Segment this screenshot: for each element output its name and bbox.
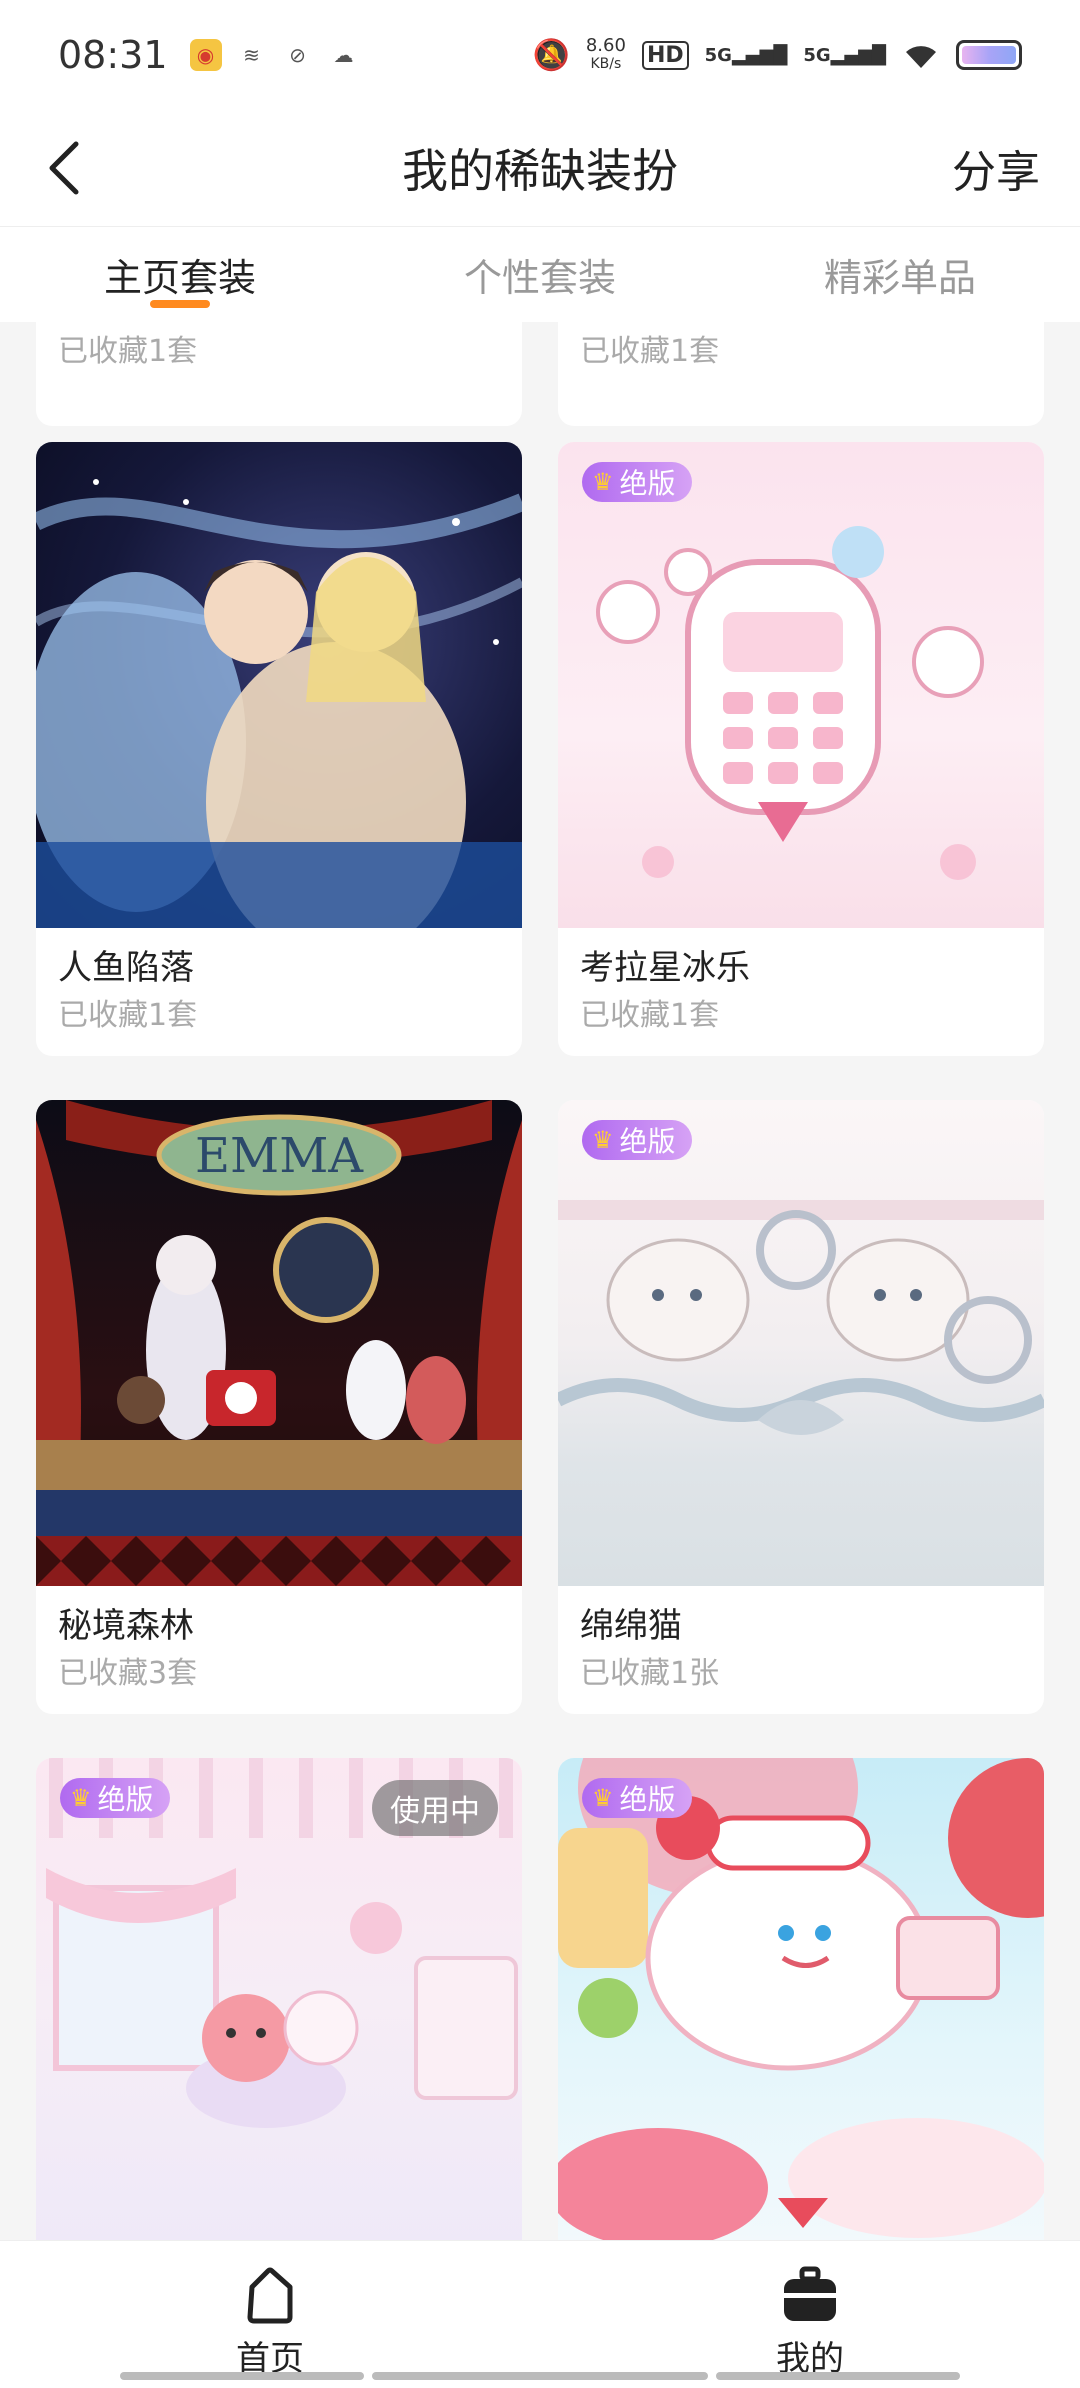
crown-icon: ♛ <box>70 1784 92 1812</box>
signal-icon-1: 5G▂▄▆█ <box>704 44 788 66</box>
tab-home-suits[interactable]: 主页套装 <box>0 227 360 322</box>
wifi-icon <box>906 46 936 68</box>
home-indicator-right[interactable] <box>716 2372 960 2380</box>
suit-card[interactable]: 已收藏1套 <box>36 322 522 426</box>
card-count: 已收藏1套 <box>580 334 720 369</box>
card-count: 已收藏1套 <box>58 334 198 369</box>
signal-icon-2: 5G▂▄▆█ <box>803 44 886 66</box>
tab-featured-items[interactable]: 精彩单品 <box>720 227 1080 322</box>
home-indicator-center[interactable] <box>372 2372 708 2380</box>
back-button[interactable] <box>32 136 96 200</box>
leaf-app-icon: ⊘ <box>289 43 306 67</box>
home-indicator[interactable] <box>120 2372 364 2380</box>
nav-mine[interactable]: 我的 <box>540 2241 1080 2388</box>
badge-label: 绝版 <box>97 1783 154 1816</box>
card-image: ♛ 绝版 使用中 <box>36 1758 522 2240</box>
header: 我的稀缺装扮 分享 <box>0 110 1080 226</box>
sim2-label: 5G <box>803 44 831 66</box>
status-time: 08:31 <box>58 33 168 77</box>
card-image: ♛ 绝版 <box>558 442 1044 928</box>
tab-personal-suits[interactable]: 个性套装 <box>360 227 720 322</box>
chevron-left-icon <box>49 141 79 195</box>
suit-card[interactable]: ♛ 绝版 绵绵猫 已收藏1张 <box>558 1100 1044 1714</box>
status-bar: 08:31 ◉ ≋ ⊘ ☁ 🔕 8.60 KB/s HD 5G▂▄▆█ 5G▂▄… <box>0 0 1080 110</box>
stack-app-icon: ≋ <box>243 43 260 67</box>
weibo-icon: ◉ <box>189 39 222 71</box>
card-image <box>36 442 522 928</box>
suit-card[interactable]: 已收藏1套 <box>558 322 1044 426</box>
crown-icon: ♛ <box>592 1784 614 1812</box>
card-image: EMMA <box>36 1100 522 1586</box>
emma-sign: EMMA <box>195 1128 364 1184</box>
card-count: 已收藏1张 <box>580 1656 720 1691</box>
crown-icon: ♛ <box>592 468 614 496</box>
tab-label: 精彩单品 <box>823 256 976 300</box>
out-of-print-badge: ♛ 绝版 <box>582 1120 692 1160</box>
card-image: ♛ 绝版 <box>558 1100 1044 1586</box>
card-image: ♛ 绝版 <box>558 1758 1044 2240</box>
tab-label: 主页套装 <box>103 256 256 300</box>
tab-label: 个性套装 <box>463 256 616 300</box>
card-count: 已收藏1套 <box>580 998 720 1033</box>
bottom-nav: 首页 我的 <box>0 2240 1080 2388</box>
badge-label: 绝版 <box>619 1125 676 1158</box>
share-button[interactable]: 分享 <box>952 136 1040 200</box>
notification-icons: ◉ ≋ ⊘ ☁ <box>189 39 360 71</box>
network-speed-value: 8.60 <box>585 35 626 56</box>
suit-grid: 已收藏1套 已收藏1套 人鱼陷落 已收藏1套 ♛ 绝版 考拉星冰乐 已收藏1套 … <box>0 322 1080 2240</box>
badge-label: 绝版 <box>619 467 676 500</box>
suit-card[interactable]: ♛ 绝版 使用中 <box>36 1758 522 2240</box>
card-count: 已收藏3套 <box>58 1656 198 1691</box>
out-of-print-badge: ♛ 绝版 <box>582 1778 692 1818</box>
crown-icon: ♛ <box>592 1126 614 1154</box>
bag-icon <box>784 2266 836 2321</box>
home-icon <box>247 2267 293 2324</box>
tab-bar: 主页套装 个性套装 精彩单品 <box>0 226 1080 322</box>
in-use-badge: 使用中 <box>372 1780 498 1836</box>
card-count: 已收藏1套 <box>58 998 198 1033</box>
sim1-label: 5G <box>704 44 732 66</box>
hd-icon: HD <box>641 40 689 70</box>
card-name: 人鱼陷落 <box>58 948 194 988</box>
suit-card[interactable]: 人鱼陷落 已收藏1套 <box>36 442 522 1056</box>
tab-indicator <box>150 300 210 308</box>
card-name: 考拉星冰乐 <box>580 948 750 988</box>
badge-label: 绝版 <box>619 1783 676 1816</box>
out-of-print-badge: ♛ 绝版 <box>582 462 692 502</box>
card-name: 绵绵猫 <box>580 1606 682 1646</box>
mute-icon: 🔕 <box>532 37 570 73</box>
suit-card[interactable]: ♛ 绝版 考拉星冰乐 已收藏1套 <box>558 442 1044 1056</box>
network-speed: 8.60 KB/s <box>586 37 626 73</box>
network-speed-unit: KB/s <box>590 56 622 72</box>
wechat-icon: ☁ <box>333 43 354 67</box>
suit-card[interactable]: EMMA 秘境森林 已收藏3套 <box>36 1100 522 1714</box>
out-of-print-badge: ♛ 绝版 <box>60 1778 170 1818</box>
battery-icon <box>956 40 1022 70</box>
card-name: 秘境森林 <box>58 1606 194 1646</box>
page-title: 我的稀缺装扮 <box>402 144 678 198</box>
suit-card[interactable]: ♛ 绝版 <box>558 1758 1044 2240</box>
nav-home[interactable]: 首页 <box>0 2241 540 2388</box>
